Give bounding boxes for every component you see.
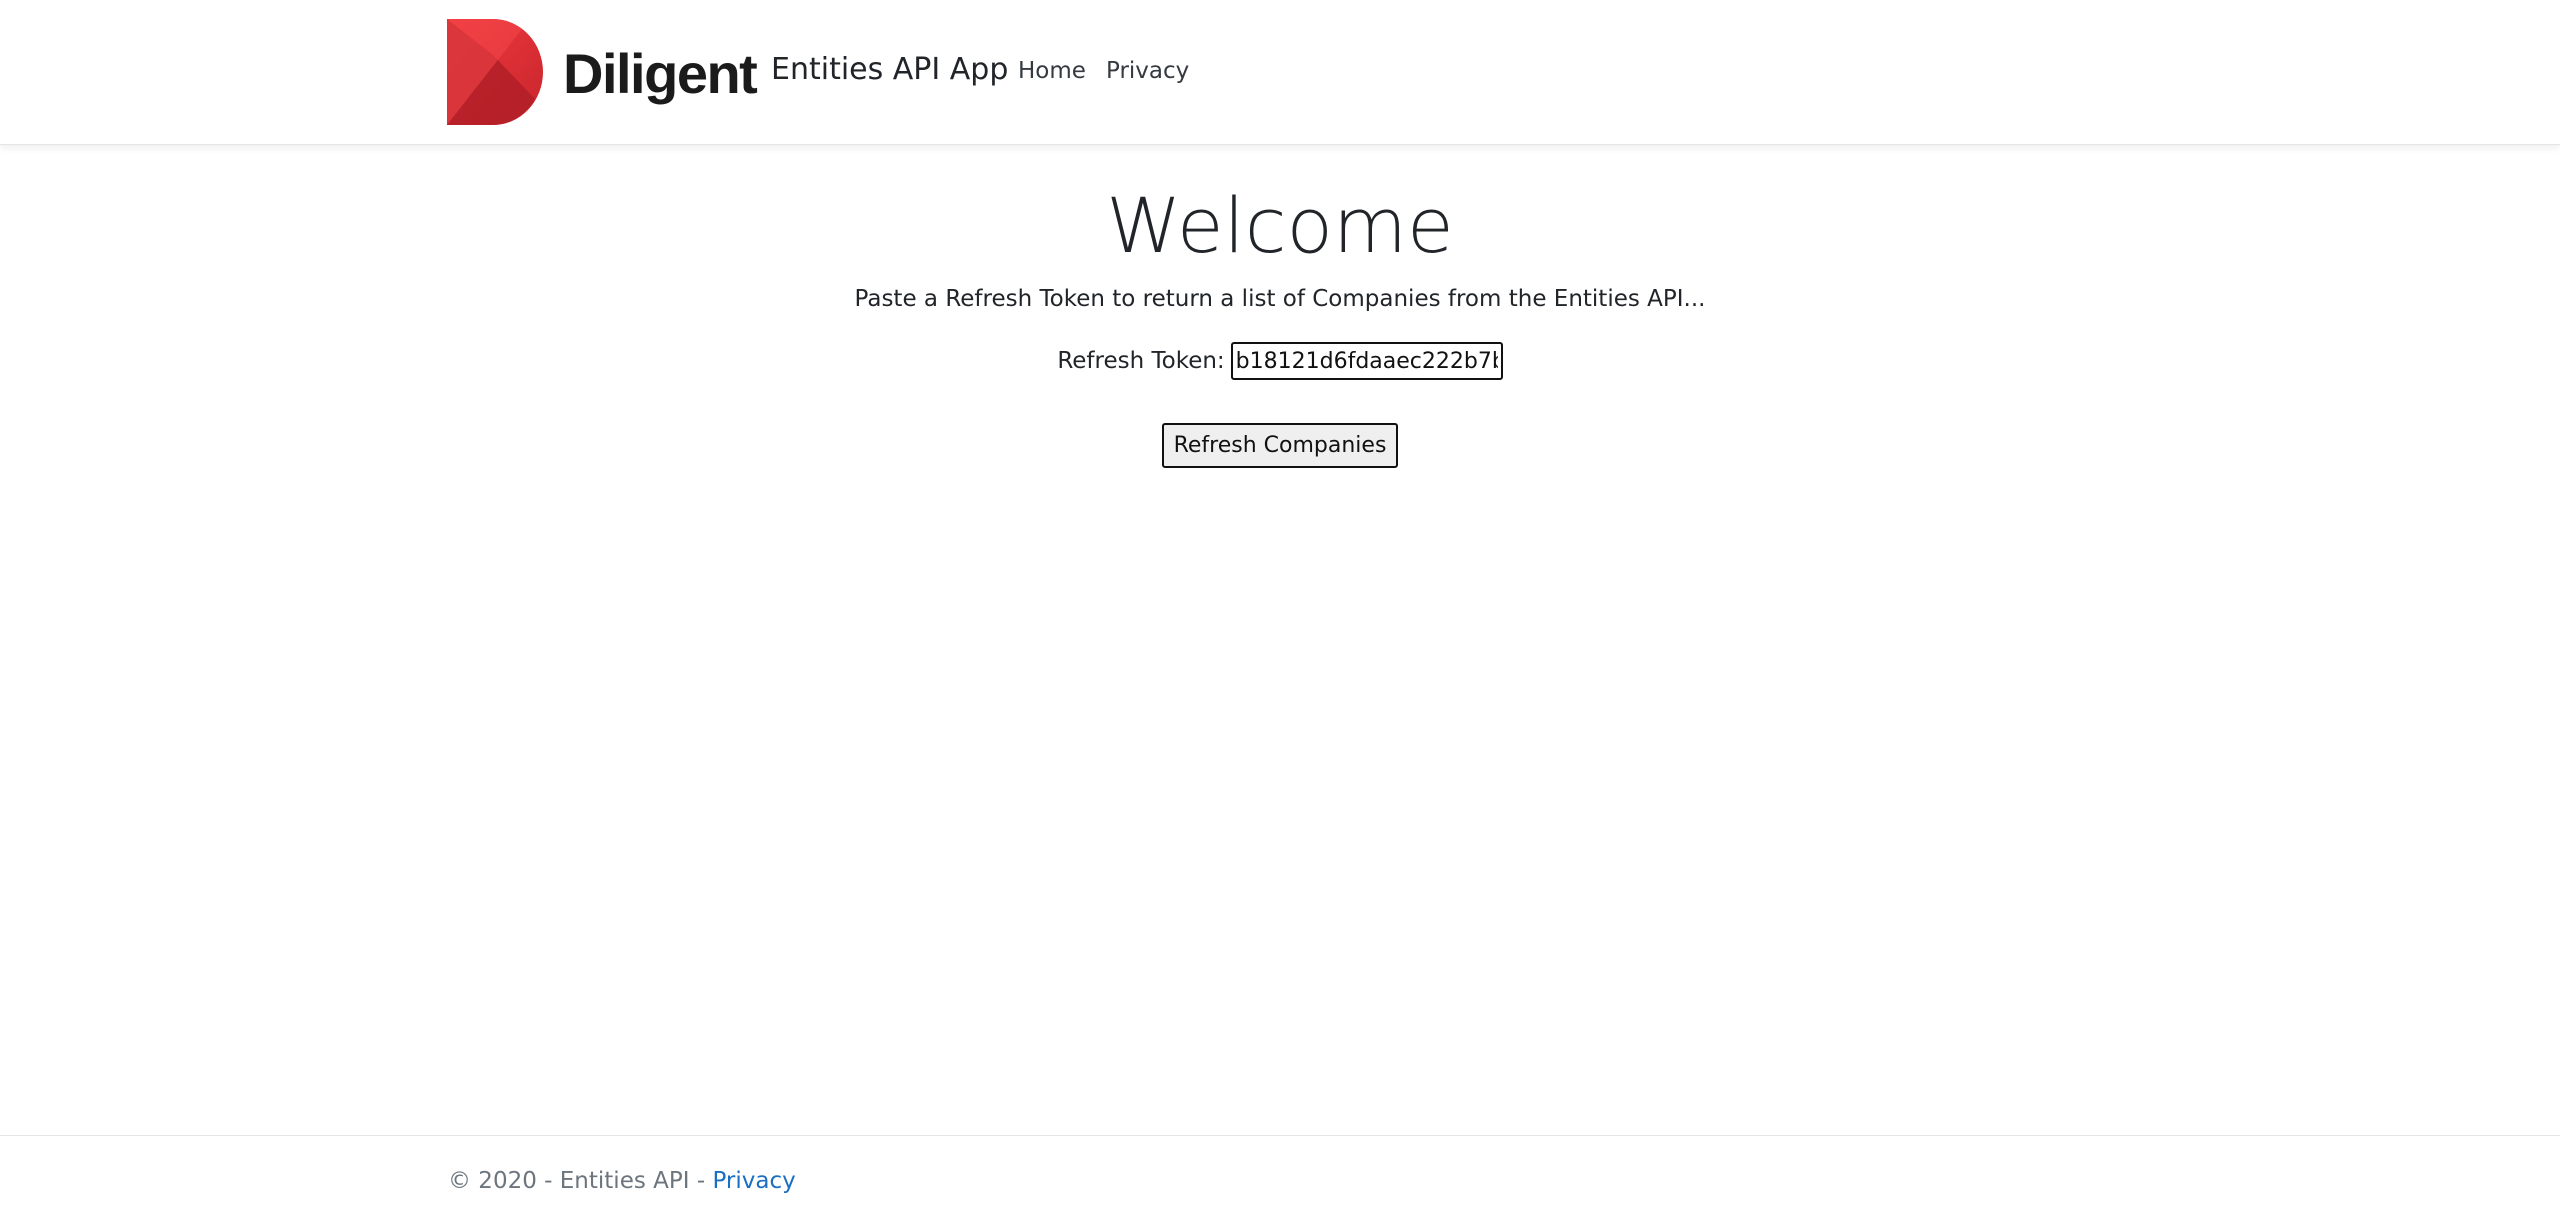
refresh-token-input[interactable] <box>1230 342 1503 380</box>
app-brand-link[interactable]: Entities API App <box>771 50 1008 89</box>
diligent-logo-icon <box>447 19 543 125</box>
footer-text: © 2020 - Entities API - Privacy <box>448 1167 796 1197</box>
nav-privacy-link[interactable]: Privacy <box>1106 57 1189 87</box>
nav-home-link[interactable]: Home <box>1018 57 1086 87</box>
button-row: Refresh Companies <box>0 423 2560 468</box>
refresh-token-label: Refresh Token: <box>1057 348 1225 374</box>
refresh-companies-button[interactable]: Refresh Companies <box>1161 423 1399 468</box>
diligent-logo-link[interactable]: Diligent <box>447 19 758 125</box>
footer-copyright: © 2020 - Entities API - <box>448 1168 713 1194</box>
page-subtitle: Paste a Refresh Token to return a list o… <box>854 286 1706 312</box>
refresh-token-row: Refresh Token: <box>0 342 2560 380</box>
footer-privacy-link[interactable]: Privacy <box>712 1168 795 1194</box>
top-navbar: Diligent Entities API App Home Privacy <box>0 0 2560 145</box>
page-title: Welcome <box>1106 181 1454 270</box>
logo-wordmark: Diligent <box>563 42 758 105</box>
page-footer: © 2020 - Entities API - Privacy <box>0 1135 2560 1227</box>
